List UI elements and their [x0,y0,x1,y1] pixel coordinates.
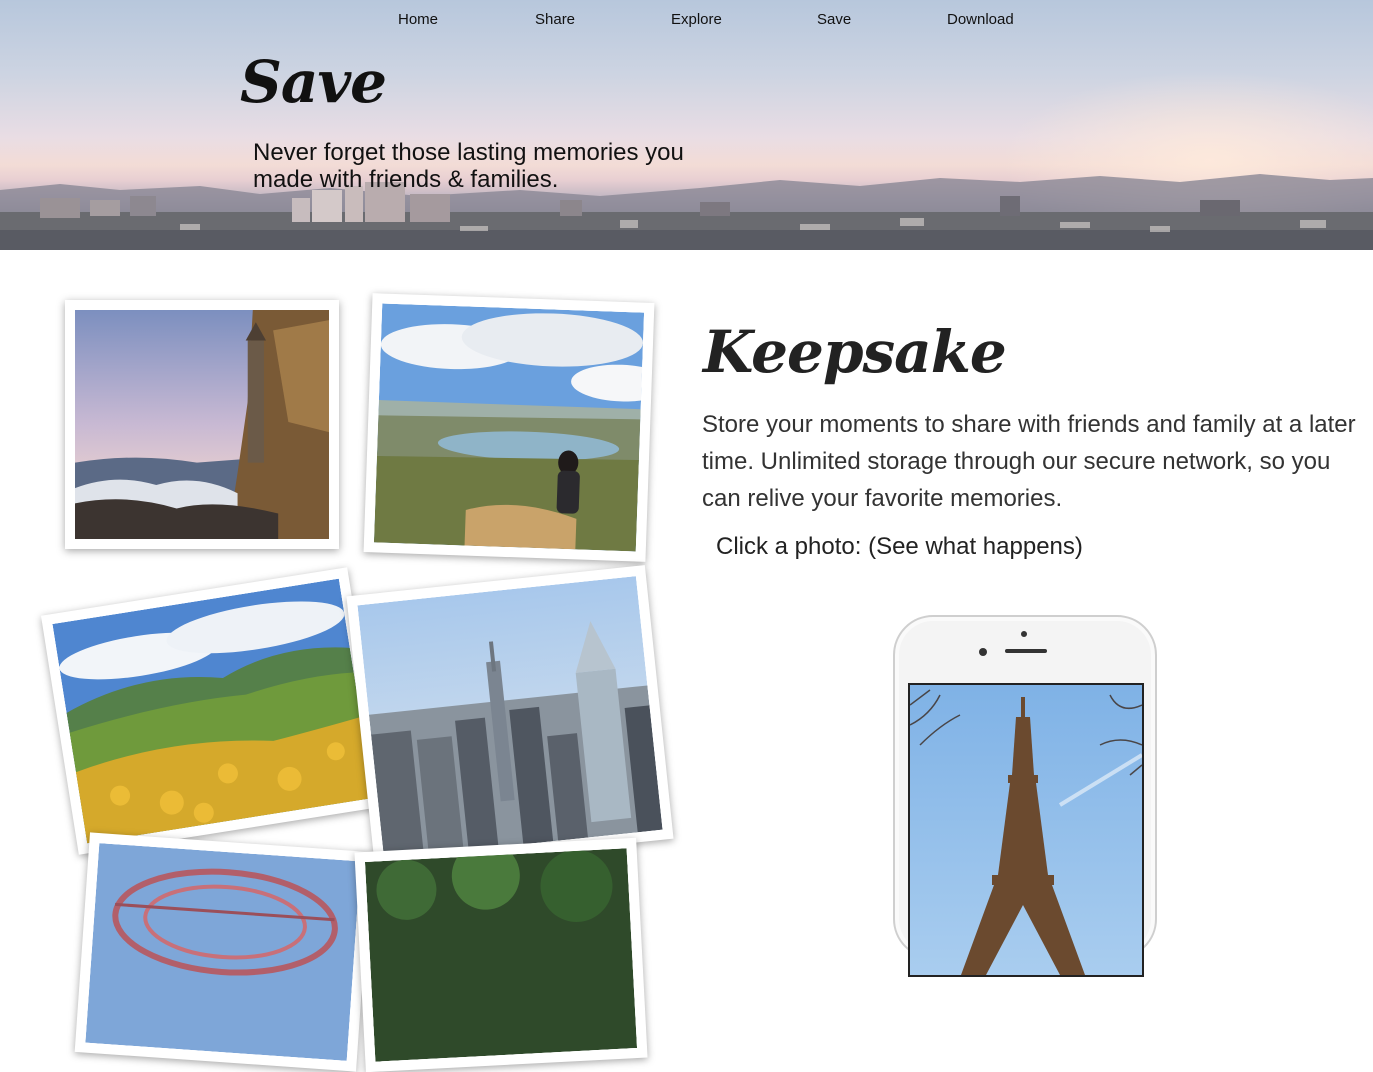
phone-mockup [893,615,1157,977]
keepsake-description: Store your moments to share with friends… [702,411,1356,512]
dome-structure-photo [85,843,361,1061]
phone-camera [1021,631,1027,637]
nav-link-download[interactable]: Download [947,11,1014,28]
lake-overlook-photo [373,303,645,552]
page-title: Save [240,48,387,116]
phone-speaker [1005,649,1047,653]
city-skyline-photo [357,576,663,859]
photo-card-lake-overlook[interactable] [363,293,655,562]
photo-card-dome-structure[interactable] [74,832,372,1072]
hero-banner: Home Share Explore Save Download Save Ne… [0,0,1373,250]
poppy-hills-photo [52,578,374,844]
nav-link-share[interactable]: Share [535,11,575,28]
photo-card-forest[interactable] [354,837,648,1072]
main-nav: Home Share Explore Save Download [0,11,1373,33]
nav-link-home[interactable]: Home [398,11,438,28]
sea-tower-photo [75,310,329,539]
photo-card-city-skyline[interactable] [346,565,674,870]
click-photo-hint: Click a photo: (See what happens) [716,533,1083,560]
photo-card-poppy-hills[interactable] [40,567,386,855]
hero-subtitle: Never forget those lasting memories you … [253,139,684,193]
nav-link-save[interactable]: Save [817,11,851,28]
photo-card-sea-tower[interactable] [65,300,339,549]
phone-sensor [979,648,987,656]
eiffel-tower-image [910,685,1142,975]
nav-link-explore[interactable]: Explore [671,11,722,28]
keepsake-heading: Keepsake [703,318,1007,386]
forest-photo [364,848,638,1062]
phone-screen[interactable] [908,683,1144,977]
